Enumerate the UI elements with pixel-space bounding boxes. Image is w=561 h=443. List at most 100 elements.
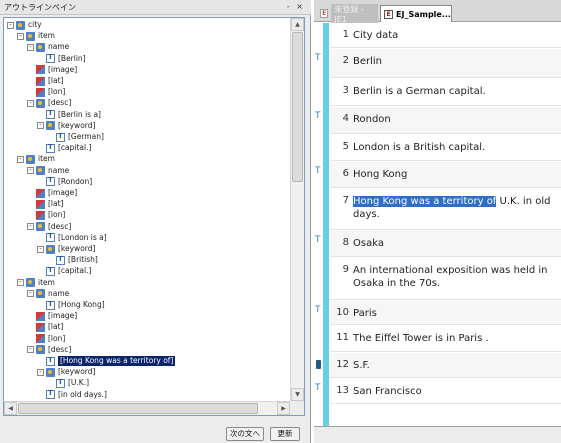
collapse-toggle-icon[interactable]: - [27,43,34,51]
collapse-toggle-icon[interactable]: - [27,223,34,231]
sentence-line[interactable]: 9 An international exposition was held in… [330,258,561,300]
attribute-node-icon [36,76,45,86]
outline-pane: アウトラインペイン - × -city-item-name[Berlin][im… [0,0,311,443]
document-icon: E [384,9,393,19]
tree-node-label: [image] [48,188,78,197]
tree-node-label: [lat] [48,76,64,85]
tree-node[interactable]: [lon] [27,334,65,344]
tree-node[interactable]: - [keyword] [37,367,95,377]
attribute-node-icon [36,210,45,220]
tree-node[interactable]: - name [27,289,69,299]
scroll-up-icon[interactable]: ▲ [291,18,304,31]
tree-node-label: [Hong Kong was a territory of] [56,355,177,367]
sentence-text: S.F. [353,360,370,371]
sentence-line[interactable]: 8 Osaka [330,231,561,257]
tree-node[interactable]: [capital.] [37,266,91,276]
collapse-toggle-icon[interactable]: - [17,32,24,40]
sentence-line[interactable]: 11 The Eiffel Tower is in Paris . [330,326,561,352]
tab-unregistered[interactable]: E 未登録 - JE1 [318,3,378,24]
element-node-icon [36,222,45,232]
collapse-toggle-icon[interactable]: - [27,99,34,107]
tree-node[interactable]: [lon] [27,87,65,97]
tree-node[interactable]: [Berlin] [37,53,86,64]
sentence-editor[interactable]: T T T T T T 1 City data 2 Berlin 3 Berlin is a Ger… [314,23,561,426]
collapse-toggle-icon[interactable]: - [27,290,34,298]
tree-node[interactable]: [London is a] [37,232,107,243]
tree-node[interactable]: [British] [47,255,98,265]
tab-ej-sample[interactable]: E EJ_Sample... [380,5,452,22]
line-number: 4 [342,113,349,124]
tree-node[interactable]: - city [7,20,42,30]
sentence-line[interactable]: 2 Berlin [330,49,561,78]
tree-node[interactable]: [U.K.] [47,378,89,388]
collapse-toggle-icon[interactable]: - [7,21,14,29]
sentence-line[interactable]: 1 City data [330,23,561,48]
element-node-icon [26,278,35,288]
tree-node[interactable]: - [desc] [27,345,71,355]
attribute-node-icon [36,322,45,332]
text-node-icon [46,176,55,187]
pane-close-button[interactable]: - × [287,2,305,11]
collapse-toggle-icon[interactable]: - [37,245,44,253]
tree-node[interactable]: [Hong Kong] [37,300,105,310]
tree-node[interactable]: - [desc] [27,98,71,108]
tree-node[interactable]: [lat] [27,322,63,332]
tree-node[interactable]: [German] [47,132,104,142]
update-button[interactable]: 更新 [270,427,300,441]
collapse-toggle-icon[interactable]: - [27,346,34,354]
tree-node[interactable]: [image] [27,311,77,321]
tree-node[interactable]: [image] [27,65,77,75]
sentence-line[interactable]: 7 Hong Kong was a territory of U.K. in ol… [330,189,561,230]
element-node-icon [36,166,45,176]
sentence-line[interactable]: 10 Paris [330,301,561,325]
collapse-toggle-icon[interactable]: - [17,155,24,163]
collapse-toggle-icon[interactable]: - [37,368,44,376]
tree-node[interactable]: - [keyword] [37,121,95,131]
tree-node[interactable]: - [desc] [27,222,71,232]
tree-node[interactable]: [Rondon] [37,176,92,187]
sentence-line[interactable]: 5 London is a British capital. [330,135,561,161]
sentence-line[interactable]: 6 Hong Kong [330,162,561,188]
collapse-toggle-icon[interactable]: - [27,167,34,175]
tree-node[interactable]: [image] [27,188,77,198]
scroll-right-icon[interactable]: ▶ [277,402,290,415]
sentence-text: Berlin [353,56,383,67]
element-node-icon [16,20,25,30]
tree-node[interactable]: [lon] [27,210,65,220]
vertical-scroll-thumb[interactable] [292,32,303,182]
collapse-toggle-icon[interactable]: - [37,122,44,130]
sentence-line[interactable]: 12 S.F. [330,353,561,378]
tree-node[interactable]: [in old days.] [37,389,107,400]
sentence-line[interactable]: 13 San Francisco [330,379,561,404]
horizontal-scroll-thumb[interactable] [18,403,258,414]
sentence-line[interactable]: 4 Rondon [330,107,561,134]
tree-node[interactable]: - name [27,42,69,52]
tree-node[interactable]: - item [17,31,55,41]
tree-node[interactable]: [Berlin is a] [37,109,101,120]
tree-node[interactable]: - [keyword] [37,244,95,254]
horizontal-scrollbar[interactable]: ◀ ▶ [4,401,290,415]
tree-node[interactable]: [capital.] [37,143,91,153]
tree-node-label: [Berlin is a] [58,109,101,119]
tree-node[interactable]: [Hong Kong was a territory of] [37,355,177,367]
tree-node[interactable]: - item [17,278,55,288]
pane-header: アウトラインペイン - × [0,0,311,15]
scroll-left-icon[interactable]: ◀ [4,402,17,415]
sentence-line[interactable]: 3 Berlin is a German capital. [330,79,561,106]
tree-node[interactable]: [lat] [27,199,63,209]
next-sentence-button[interactable]: 次の文へ [226,427,264,441]
scroll-down-icon[interactable]: ▼ [291,388,304,401]
tree-node-label: [London is a] [58,232,107,242]
tree-node[interactable]: [lat] [27,76,63,86]
vertical-scrollbar[interactable]: ▲ ▼ [290,18,304,401]
line-number: 7 [342,195,349,206]
tree-node[interactable]: - name [27,166,69,176]
collapse-toggle-icon[interactable]: - [17,279,24,287]
tree-node[interactable]: - item [17,154,55,164]
outline-tree: -city-item-name[Berlin][image][lat][lon]… [3,17,305,416]
